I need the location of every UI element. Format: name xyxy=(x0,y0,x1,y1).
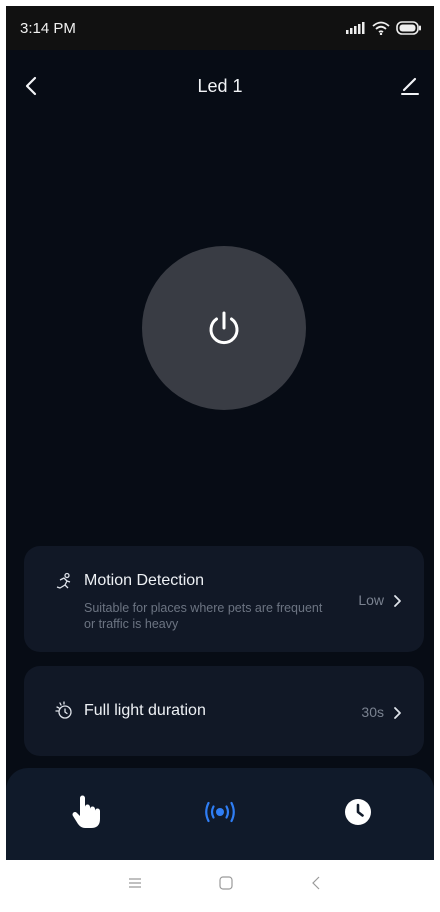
light-timer-icon xyxy=(55,701,72,719)
app-screen: 3:14 PM Led 1 Motion Detection Suitable … xyxy=(6,6,434,906)
tab-schedule[interactable] xyxy=(340,794,376,830)
motion-detection-card[interactable]: Motion Detection Suitable for places whe… xyxy=(24,546,424,652)
motion-detection-title: Motion Detection xyxy=(84,572,205,589)
menu-icon[interactable] xyxy=(126,874,144,892)
system-nav-bar xyxy=(6,860,434,906)
motion-detection-value: Low xyxy=(358,592,384,608)
tab-sensor[interactable] xyxy=(202,794,238,830)
sensor-waves-icon xyxy=(205,801,235,823)
hand-pointer-icon xyxy=(72,795,100,828)
back-icon[interactable] xyxy=(308,874,326,892)
tab-touch[interactable] xyxy=(68,794,104,830)
motion-detection-description: Suitable for places where pets are frequ… xyxy=(84,601,323,631)
power-icon xyxy=(209,311,239,345)
full-light-duration-card[interactable]: Full light duration 30s xyxy=(24,666,424,756)
page-title: Led 1 xyxy=(197,76,243,96)
battery-icon xyxy=(396,21,421,35)
wifi-icon xyxy=(372,21,390,35)
power-button[interactable] xyxy=(142,246,306,410)
status-icons xyxy=(346,21,422,35)
full-light-duration-title: Full light duration xyxy=(84,702,206,719)
home-icon[interactable] xyxy=(217,874,235,892)
clock-icon xyxy=(345,799,371,825)
edit-button[interactable] xyxy=(398,73,422,97)
running-person-icon xyxy=(56,572,71,589)
status-time: 3:14 PM xyxy=(20,19,76,37)
chevron-right-icon xyxy=(394,707,401,719)
chevron-right-icon xyxy=(394,595,401,607)
pencil-icon xyxy=(401,77,419,95)
full-light-duration-value: 30s xyxy=(361,704,384,720)
signal-icon xyxy=(346,22,365,34)
status-bar: 3:14 PM xyxy=(6,6,434,50)
bottom-tab-bar xyxy=(6,768,434,860)
header: Led 1 xyxy=(6,64,434,108)
